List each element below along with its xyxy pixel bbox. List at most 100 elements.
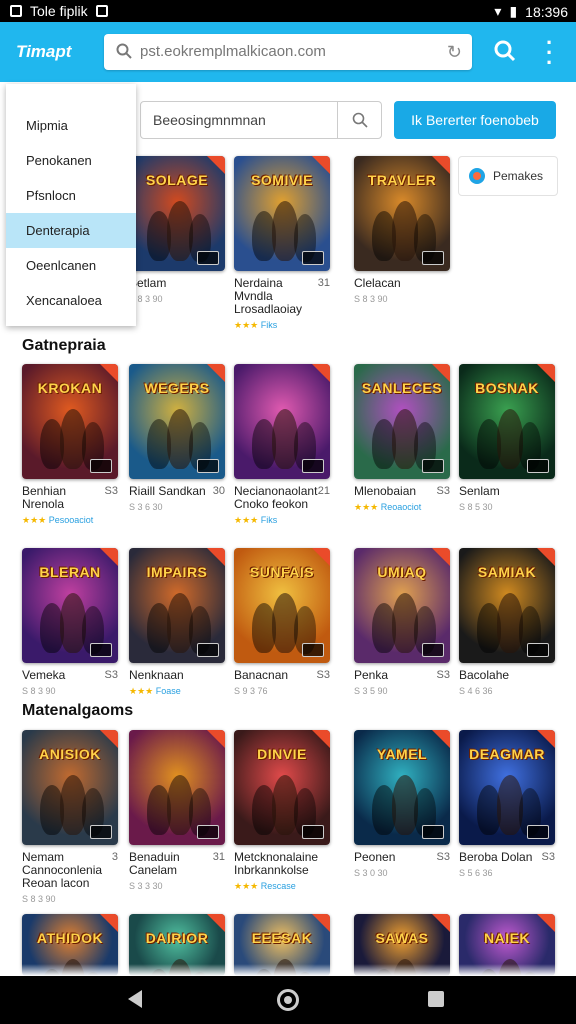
game-logo-text: SOLAGE xyxy=(145,172,209,188)
game-thumbnail[interactable]: WEGERS xyxy=(129,364,225,479)
game-thumbnail[interactable]: SOLAGE xyxy=(129,156,225,271)
game-title[interactable]: Banacnan xyxy=(234,669,314,682)
back-icon[interactable] xyxy=(128,990,142,1008)
drawer-item[interactable]: Mipmia xyxy=(6,108,136,143)
game-title[interactable]: Peonen xyxy=(354,851,434,864)
game-thumbnail[interactable]: TRAVLER xyxy=(354,156,450,271)
game-title[interactable]: Nenknaan xyxy=(129,669,209,682)
game-title[interactable]: Benaduin Canelam xyxy=(129,851,209,877)
game-thumbnail[interactable]: SAMIAK xyxy=(459,548,555,663)
platform-badge xyxy=(302,643,324,657)
drawer-item[interactable]: Penokanen xyxy=(6,143,136,178)
game-title[interactable]: Vemeka xyxy=(22,669,102,682)
game-card[interactable]: IMPAIRS Nenknaan ★★★ Foase xyxy=(129,548,225,697)
game-card[interactable]: SOMIVIE Nerdaina Mvndla Lrosadlaoiay 31 ★★★… xyxy=(234,156,330,331)
game-title[interactable]: Bacolahe xyxy=(459,669,539,682)
hot-ribbon xyxy=(432,914,450,932)
game-title[interactable]: Necianonaolant Cnoko feokon xyxy=(234,485,317,511)
game-thumbnail[interactable]: ANISIOK xyxy=(22,730,118,845)
game-title[interactable]: Penka xyxy=(354,669,434,682)
game-card[interactable]: WEGERS Riaill Sandkan 30 S 3 6 30 xyxy=(129,364,225,512)
game-count: S3 xyxy=(104,669,118,681)
game-thumbnail[interactable]: BOSNAK xyxy=(459,364,555,479)
hot-ribbon xyxy=(432,730,450,748)
game-logo-text: SAWAS xyxy=(375,930,429,946)
game-title[interactable]: Metcknonalaine Inbrkannkolse xyxy=(234,851,318,877)
game-search-input[interactable]: Beeosingmnmnan xyxy=(140,101,382,139)
game-logo-text: ANISIOK xyxy=(39,746,101,762)
game-card[interactable]: SUNFAIS Banacnan S3 S 9 3 76 xyxy=(234,548,330,696)
drawer-item[interactable]: Oeenlcanen xyxy=(6,248,136,283)
game-logo-text: DAIRIOR xyxy=(145,930,209,946)
game-thumbnail[interactable]: UMIAQ xyxy=(354,548,450,663)
game-card[interactable]: YAMEL Peonen S3 S 3 0 30 xyxy=(354,730,450,878)
game-card[interactable]: ANISIOK Nemam Cannoconlenia Reoan lacon 3 … xyxy=(22,730,118,904)
drawer-item[interactable]: Pfsnlocn xyxy=(6,178,136,213)
game-card[interactable]: Necianonaolant Cnoko feokon 21 ★★★ Fiks xyxy=(234,364,330,526)
url-bar[interactable]: pst.eokremplmalkicaon.com ↻ xyxy=(104,34,472,70)
game-thumbnail[interactable]: SOMIVIE xyxy=(234,156,330,271)
game-title[interactable]: Nemam Cannoconlenia Reoan lacon xyxy=(22,851,102,890)
game-title[interactable]: Benhian Nrenola xyxy=(22,485,102,511)
platform-badge xyxy=(422,643,444,657)
game-card[interactable]: SAMIAK Bacolahe S 4 6 36 xyxy=(459,548,555,696)
drawer-item[interactable]: Xencanaloea xyxy=(6,283,136,318)
game-logo-text: DEAGMAR xyxy=(469,746,545,762)
game-card[interactable]: SOLAGE Setlam S 8 3 90 xyxy=(129,156,225,304)
game-card[interactable]: SANLECES Mlenobaian S3 ★★★ Reoaociot xyxy=(354,364,450,513)
game-thumbnail[interactable] xyxy=(234,364,330,479)
game-title[interactable]: Beroba Dolan xyxy=(459,851,539,864)
game-card[interactable]: Benaduin Canelam 31 S 3 3 30 xyxy=(129,730,225,891)
hot-ribbon xyxy=(312,364,330,382)
game-card[interactable]: BLERAN Vemeka S3 S 8 3 90 xyxy=(22,548,118,696)
reload-icon[interactable]: ↻ xyxy=(447,42,462,63)
game-rating: ★★★ Foase xyxy=(129,686,225,697)
game-card[interactable]: DEAGMAR Beroba Dolan S3 S 5 6 36 xyxy=(459,730,555,878)
system-nav-bar xyxy=(0,976,576,1024)
platform-badge xyxy=(422,825,444,839)
brand-logo[interactable]: Timapt xyxy=(16,42,71,62)
url-text[interactable]: pst.eokremplmalkicaon.com xyxy=(140,43,326,60)
game-thumbnail[interactable]: KROKAN xyxy=(22,364,118,479)
game-thumbnail[interactable]: IMPAIRS xyxy=(129,548,225,663)
game-count: S3 xyxy=(316,669,330,681)
game-thumbnail[interactable] xyxy=(129,730,225,845)
platform-badge xyxy=(90,825,112,839)
recents-icon[interactable] xyxy=(428,991,444,1007)
game-thumbnail[interactable]: YAMEL xyxy=(354,730,450,845)
search-divider xyxy=(337,102,338,138)
game-thumbnail[interactable]: BLERAN xyxy=(22,548,118,663)
game-logo-text: BOSNAK xyxy=(475,380,539,396)
game-title[interactable]: Riaill Sandkan xyxy=(129,485,209,498)
filter-chip[interactable]: Pemakes xyxy=(458,156,558,196)
game-title[interactable]: Mlenobaian xyxy=(354,485,434,498)
game-title[interactable]: Senlam xyxy=(459,485,539,498)
game-meta: S 9 3 76 xyxy=(234,686,268,696)
chip-label: Pemakes xyxy=(493,169,544,183)
search-icon[interactable] xyxy=(494,40,516,62)
search-icon[interactable] xyxy=(352,112,368,128)
game-thumbnail[interactable]: SANLECES xyxy=(354,364,450,479)
game-card[interactable]: BOSNAK Senlam S 8 5 30 xyxy=(459,364,555,512)
game-title[interactable]: Setlam xyxy=(129,277,209,290)
game-rating: ★★★ Rescase xyxy=(234,881,330,892)
game-title[interactable]: Nerdaina Mvndla Lrosadlaoiay xyxy=(234,277,314,316)
game-card[interactable]: UMIAQ Penka S3 S 3 5 90 xyxy=(354,548,450,696)
game-thumbnail[interactable]: DEAGMAR xyxy=(459,730,555,845)
game-card[interactable]: DINVIE Metcknonalaine Inbrkannkolse ★★★ Re… xyxy=(234,730,330,892)
hot-ribbon xyxy=(537,364,555,382)
game-logo-text: UMIAQ xyxy=(377,564,427,580)
game-count: S3 xyxy=(541,851,555,863)
game-thumbnail[interactable]: DINVIE xyxy=(234,730,330,845)
home-icon[interactable] xyxy=(277,989,299,1011)
action-button[interactable]: Ik Bererter foenobeb xyxy=(394,101,556,139)
more-options-icon[interactable]: · · · xyxy=(546,32,553,74)
hot-ribbon xyxy=(312,548,330,566)
game-thumbnail[interactable]: SUNFAIS xyxy=(234,548,330,663)
game-title[interactable]: Clelacan xyxy=(354,277,434,290)
game-card[interactable]: TRAVLER Clelacan S 8 3 90 xyxy=(354,156,450,304)
status-bar: Tole fiplik ▾ ▮ 18:396 xyxy=(0,0,576,22)
drawer-item-active[interactable]: Denterapia xyxy=(6,213,136,248)
hot-ribbon xyxy=(432,364,450,382)
game-card[interactable]: KROKAN Benhian Nrenola S3 ★★★ Pesooaciot xyxy=(22,364,118,526)
